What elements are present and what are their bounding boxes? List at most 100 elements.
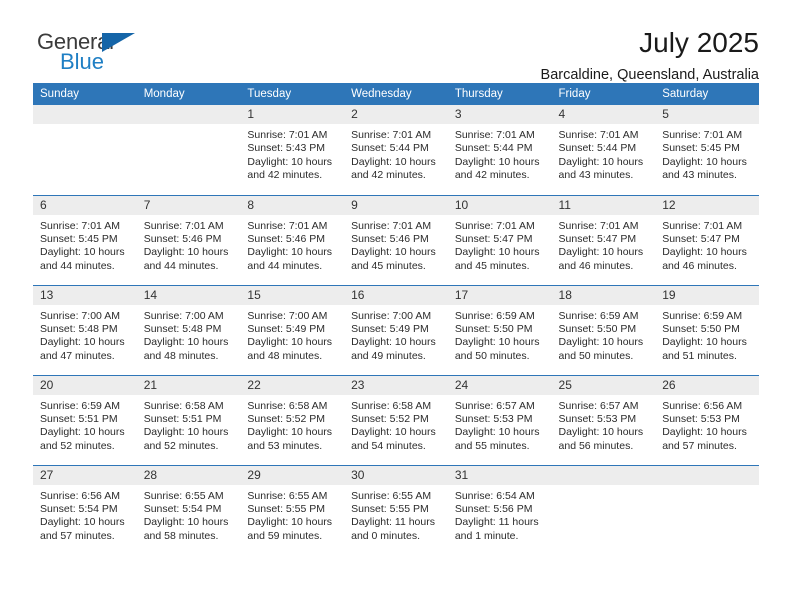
calendar-day-cell[interactable]: 14 Sunrise: 7:00 AM Sunset: 5:48 PM Dayligh…: [136, 284, 241, 375]
calendar-day-cell[interactable]: 15 Sunrise: 7:00 AM Sunset: 5:49 PM Dayligh…: [240, 284, 345, 375]
day-cell-inner: 2 Sunrise: 7:01 AM Sunset: 5:44 PM Daylight…: [344, 105, 448, 195]
day-number: 21: [136, 375, 241, 395]
sunrise-time: Sunrise: 7:01 AM: [558, 129, 639, 141]
day-cell-inner: 8 Sunrise: 7:01 AM Sunset: 5:46 PM Daylight…: [240, 195, 345, 285]
day-cell-inner: 4 Sunrise: 7:01 AM Sunset: 5:44 PM Daylight…: [551, 105, 656, 195]
day-number: 31: [447, 465, 552, 485]
daylight-duration-line1: Daylight: 10 hours: [454, 246, 540, 259]
calendar-day-cell[interactable]: 8 Sunrise: 7:01 AM Sunset: 5:46 PM Daylight…: [240, 194, 345, 285]
sunrise-time: Sunrise: 7:00 AM: [351, 309, 432, 322]
calendar-day-cell[interactable]: 7 Sunrise: 7:01 AM Sunset: 5:46 PM Daylight…: [136, 194, 241, 285]
calendar-day-cell[interactable]: 18 Sunrise: 6:59 AM Sunset: 5:50 PM Dayligh…: [551, 284, 656, 375]
calendar-day-cell[interactable]: 25 Sunrise: 6:57 AM Sunset: 5:53 PM Dayligh…: [551, 374, 656, 465]
sunrise-time: Sunrise: 6:58 AM: [351, 399, 432, 412]
calendar-day-cell[interactable]: 28 Sunrise: 6:55 AM Sunset: 5:54 PM Dayligh…: [136, 464, 241, 555]
day-details: Sunrise: 7:01 AM Sunset: 5:47 PM Daylight:…: [448, 215, 552, 274]
day-details: Sunrise: 7:00 AM Sunset: 5:48 PM Daylight:…: [33, 305, 137, 364]
day-number: 2: [344, 105, 448, 124]
calendar-day-cell[interactable]: 20 Sunrise: 6:59 AM Sunset: 5:51 PM Dayligh…: [33, 374, 137, 465]
day-number: 13: [33, 285, 137, 305]
calendar-day-cell[interactable]: 24 Sunrise: 6:57 AM Sunset: 5:53 PM Dayligh…: [447, 374, 552, 465]
sunrise-time: Sunrise: 6:59 AM: [40, 399, 120, 412]
sunset-time: Sunset: 5:50 PM: [454, 322, 533, 335]
sunrise-time: Sunrise: 6:57 AM: [454, 399, 535, 412]
calendar-day-cell[interactable]: 1 Sunrise: 7:01 AM Sunset: 5:43 PM Daylight…: [240, 105, 345, 195]
sunset-time: Sunset: 5:56 PM: [454, 502, 533, 515]
calendar-day-cell[interactable]: 29 Sunrise: 6:55 AM Sunset: 5:55 PM Dayligh…: [240, 464, 345, 555]
calendar-day-cell[interactable]: 23 Sunrise: 6:58 AM Sunset: 5:52 PM Dayligh…: [344, 374, 448, 465]
sunset-time: Sunset: 5:55 PM: [351, 502, 429, 515]
daylight-duration-line2: and 46 minutes.: [558, 259, 634, 272]
calendar-day-cell[interactable]: 26 Sunrise: 6:56 AM Sunset: 5:53 PM Dayligh…: [655, 374, 759, 465]
day-details: Sunrise: 7:01 AM Sunset: 5:44 PM Daylight:…: [448, 124, 552, 183]
calendar-day-cell[interactable]: 3 Sunrise: 7:01 AM Sunset: 5:44 PM Daylight…: [447, 105, 552, 195]
day-details: Sunrise: 7:00 AM Sunset: 5:48 PM Daylight:…: [137, 305, 241, 364]
day-details: Sunrise: 6:58 AM Sunset: 5:51 PM Daylight:…: [137, 395, 241, 454]
calendar-day-cell-empty: [655, 464, 759, 555]
day-details: Sunrise: 7:01 AM Sunset: 5:43 PM Daylight:…: [240, 124, 344, 183]
calendar-day-cell[interactable]: 31 Sunrise: 6:54 AM Sunset: 5:56 PM Dayligh…: [447, 464, 552, 555]
calendar-day-cell[interactable]: 27 Sunrise: 6:56 AM Sunset: 5:54 PM Dayligh…: [33, 464, 137, 555]
day-details: Sunrise: 6:59 AM Sunset: 5:50 PM Daylight:…: [448, 305, 552, 364]
calendar-day-cell[interactable]: 11 Sunrise: 7:01 AM Sunset: 5:47 PM Dayligh…: [551, 194, 656, 285]
day-cell-inner: 17 Sunrise: 6:59 AM Sunset: 5:50 PM Dayligh…: [447, 285, 552, 375]
page-title: July 2025: [639, 27, 759, 58]
weekday-header-sunday: Sunday: [33, 83, 137, 105]
calendar-day-cell[interactable]: 16 Sunrise: 7:00 AM Sunset: 5:49 PM Dayligh…: [344, 284, 448, 375]
day-details: Sunrise: 6:54 AM Sunset: 5:56 PM Daylight:…: [448, 485, 552, 544]
day-cell-inner: 11 Sunrise: 7:01 AM Sunset: 5:47 PM Dayligh…: [551, 195, 656, 285]
day-number: 8: [240, 195, 345, 215]
daylight-duration-line1: Daylight: 10 hours: [143, 336, 229, 349]
daylight-duration-line1: Daylight: 10 hours: [247, 155, 333, 168]
sunset-time: Sunset: 5:43 PM: [247, 142, 326, 155]
day-cell-inner: 15 Sunrise: 7:00 AM Sunset: 5:49 PM Dayligh…: [240, 285, 345, 375]
day-details: Sunrise: 7:01 AM Sunset: 5:44 PM Daylight:…: [344, 124, 448, 183]
sunset-time: Sunset: 5:45 PM: [40, 232, 118, 245]
daylight-duration-line1: Daylight: 10 hours: [40, 246, 125, 259]
calendar-day-cell[interactable]: 10 Sunrise: 7:01 AM Sunset: 5:47 PM Dayligh…: [447, 194, 552, 285]
daylight-duration-line2: and 44 minutes.: [40, 259, 115, 272]
day-number: 20: [33, 375, 137, 395]
sunrise-time: Sunrise: 6:56 AM: [40, 489, 120, 502]
sunrise-time: Sunrise: 7:01 AM: [247, 219, 328, 232]
sunrise-time: Sunrise: 6:55 AM: [143, 489, 224, 502]
calendar-day-cell[interactable]: 2 Sunrise: 7:01 AM Sunset: 5:44 PM Daylight…: [344, 105, 448, 195]
sunset-time: Sunset: 5:45 PM: [662, 142, 740, 155]
calendar-day-cell[interactable]: 12 Sunrise: 7:01 AM Sunset: 5:47 PM Dayligh…: [655, 194, 759, 285]
calendar-day-cell[interactable]: 22 Sunrise: 6:58 AM Sunset: 5:52 PM Dayligh…: [240, 374, 345, 465]
sunset-time: Sunset: 5:49 PM: [351, 322, 429, 335]
day-details: Sunrise: 7:01 AM Sunset: 5:47 PM Daylight:…: [552, 215, 656, 274]
daylight-duration-line2: and 52 minutes.: [143, 439, 219, 452]
daylight-duration-line1: Daylight: 10 hours: [558, 336, 644, 349]
day-number: 18: [551, 285, 656, 305]
calendar-day-cell[interactable]: 30 Sunrise: 6:55 AM Sunset: 5:55 PM Dayligh…: [344, 464, 448, 555]
daylight-duration-line1: Daylight: 10 hours: [247, 426, 333, 439]
daylight-duration-line2: and 49 minutes.: [351, 349, 426, 362]
sunset-time: Sunset: 5:54 PM: [143, 502, 222, 515]
calendar-day-cell[interactable]: 19 Sunrise: 6:59 AM Sunset: 5:50 PM Dayligh…: [655, 284, 759, 375]
day-details: Sunrise: 6:59 AM Sunset: 5:50 PM Daylight:…: [552, 305, 656, 364]
daylight-duration-line1: Daylight: 10 hours: [40, 426, 125, 439]
calendar-day-cell[interactable]: 21 Sunrise: 6:58 AM Sunset: 5:51 PM Dayligh…: [136, 374, 241, 465]
day-number: 30: [344, 465, 448, 485]
generalblue-logo[interactable]: General Blue: [33, 28, 153, 78]
daylight-duration-line1: Daylight: 10 hours: [40, 516, 125, 529]
calendar-week-row: 13 Sunrise: 7:00 AM Sunset: 5:48 PM Dayligh…: [33, 284, 759, 375]
calendar-week-row: 20 Sunrise: 6:59 AM Sunset: 5:51 PM Dayligh…: [33, 374, 759, 465]
sunset-time: Sunset: 5:48 PM: [143, 322, 222, 335]
calendar-day-cell[interactable]: 5 Sunrise: 7:01 AM Sunset: 5:45 PM Daylight…: [655, 105, 759, 195]
day-details: Sunrise: 7:01 AM Sunset: 5:46 PM Daylight:…: [344, 215, 448, 274]
calendar-day-cell[interactable]: 4 Sunrise: 7:01 AM Sunset: 5:44 PM Daylight…: [551, 105, 656, 195]
calendar-day-cell[interactable]: 13 Sunrise: 7:00 AM Sunset: 5:48 PM Dayligh…: [33, 284, 137, 375]
calendar-week-row: 6 Sunrise: 7:01 AM Sunset: 5:45 PM Daylight…: [33, 194, 759, 285]
calendar-day-cell[interactable]: 9 Sunrise: 7:01 AM Sunset: 5:46 PM Daylight…: [344, 194, 448, 285]
sunrise-time: Sunrise: 6:56 AM: [662, 399, 743, 412]
daylight-duration-line2: and 58 minutes.: [143, 529, 219, 542]
sunset-time: Sunset: 5:54 PM: [40, 502, 118, 515]
calendar-day-cell[interactable]: 6 Sunrise: 7:01 AM Sunset: 5:45 PM Daylight…: [33, 194, 137, 285]
day-number: 7: [136, 195, 241, 215]
day-number: 16: [344, 285, 448, 305]
daylight-duration-line2: and 42 minutes.: [351, 169, 426, 182]
calendar-day-cell[interactable]: 17 Sunrise: 6:59 AM Sunset: 5:50 PM Dayligh…: [447, 284, 552, 375]
sunrise-time: Sunrise: 7:00 AM: [40, 309, 120, 322]
